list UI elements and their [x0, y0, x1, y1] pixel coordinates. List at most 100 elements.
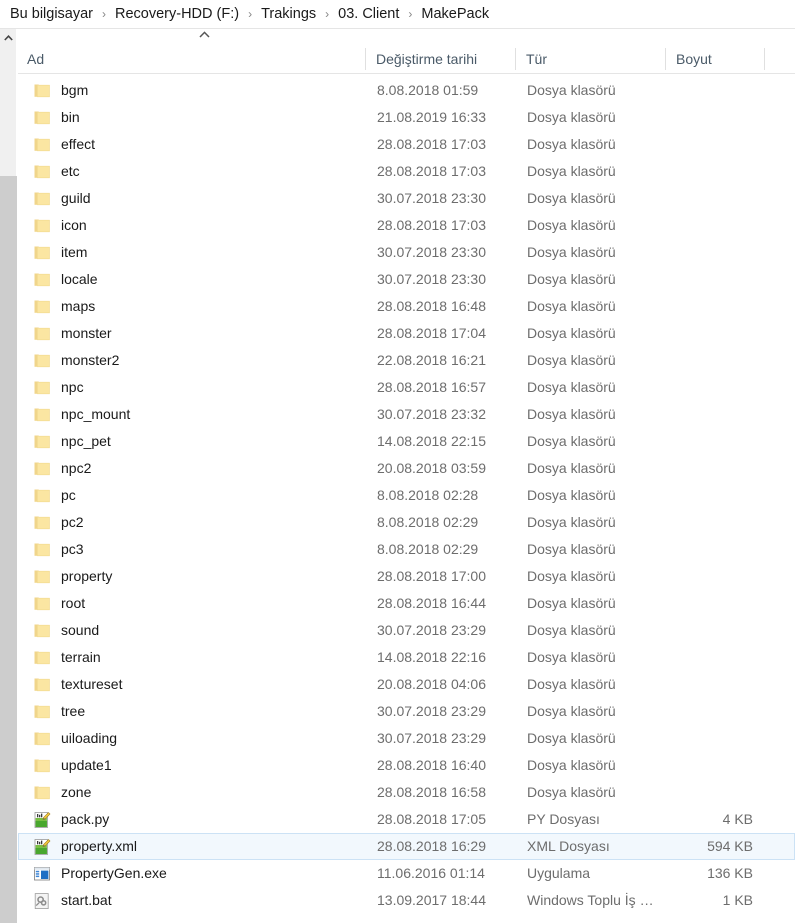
- folder-icon: [34, 759, 50, 772]
- file-name-cell[interactable]: uiloading: [19, 726, 364, 751]
- file-row[interactable]: item 30.07.2018 23:30 Dosya klasörü: [18, 239, 795, 266]
- file-name-cell[interactable]: textureset: [19, 672, 364, 697]
- file-name-cell[interactable]: npc2: [19, 456, 364, 481]
- file-name-cell[interactable]: locale: [19, 267, 364, 292]
- breadcrumb-item-recovery-hdd[interactable]: Recovery-HDD (F:): [113, 5, 241, 23]
- file-row[interactable]: zone 28.08.2018 16:58 Dosya klasörü: [18, 779, 795, 806]
- breadcrumb-item-03-client[interactable]: 03. Client: [336, 5, 401, 23]
- file-row[interactable]: npc2 20.08.2018 03:59 Dosya klasörü: [18, 455, 795, 482]
- file-name-cell[interactable]: property: [19, 564, 364, 589]
- file-row[interactable]: icon 28.08.2018 17:03 Dosya klasörü: [18, 212, 795, 239]
- column-divider[interactable]: [515, 48, 516, 70]
- file-name-cell[interactable]: zone: [19, 780, 364, 805]
- file-name-cell[interactable]: update1: [19, 753, 364, 778]
- column-header-size[interactable]: Boyut: [667, 45, 764, 73]
- column-divider[interactable]: [365, 48, 366, 70]
- file-row[interactable]: terrain 14.08.2018 22:16 Dosya klasörü: [18, 644, 795, 671]
- file-name-cell[interactable]: monster: [19, 321, 364, 346]
- file-row[interactable]: pack.py 28.08.2018 17:05 PY Dosyası 4 KB: [18, 806, 795, 833]
- file-row[interactable]: monster2 22.08.2018 16:21 Dosya klasörü: [18, 347, 795, 374]
- file-row[interactable]: uiloading 30.07.2018 23:29 Dosya klasörü: [18, 725, 795, 752]
- file-name-cell[interactable]: terrain: [19, 645, 364, 670]
- file-name-cell[interactable]: etc: [19, 159, 364, 184]
- file-row[interactable]: update1 28.08.2018 16:40 Dosya klasörü: [18, 752, 795, 779]
- file-name-cell[interactable]: PropertyGen.exe: [19, 861, 364, 886]
- file-name-cell[interactable]: pc3: [19, 537, 364, 562]
- file-name-label: root: [61, 595, 86, 611]
- breadcrumb-separator-icon[interactable]: ›: [401, 7, 419, 21]
- file-row[interactable]: npc 28.08.2018 16:57 Dosya klasörü: [18, 374, 795, 401]
- file-type-cell: Dosya klasörü: [527, 136, 616, 152]
- file-list-area: Ad Değiştirme tarihi Tür Boyut bgm 8.08.2…: [0, 29, 795, 923]
- file-row[interactable]: sound 30.07.2018 23:29 Dosya klasörü: [18, 617, 795, 644]
- column-divider[interactable]: [764, 48, 765, 70]
- file-name-cell[interactable]: pc2: [19, 510, 364, 535]
- file-name-label: guild: [61, 190, 91, 206]
- date-modified-cell: 30.07.2018 23:29: [377, 730, 486, 746]
- file-row[interactable]: PropertyGen.exe 11.06.2016 01:14 Uygulama 1…: [18, 860, 795, 887]
- breadcrumb-separator-icon[interactable]: ›: [241, 7, 259, 21]
- file-name-cell[interactable]: npc: [19, 375, 364, 400]
- vertical-scrollbar[interactable]: [0, 29, 17, 923]
- file-name-cell[interactable]: npc_pet: [19, 429, 364, 454]
- file-name-label: npc: [61, 379, 84, 395]
- breadcrumb-item-bu-bilgisayar[interactable]: Bu bilgisayar: [8, 5, 95, 23]
- date-modified-cell: 30.07.2018 23:30: [377, 271, 486, 287]
- file-type-cell: Dosya klasörü: [527, 352, 616, 368]
- column-header-date-modified[interactable]: Değiştirme tarihi: [367, 45, 517, 73]
- file-name-cell[interactable]: tree: [19, 699, 364, 724]
- file-row[interactable]: property.xml 28.08.2018 16:29 XML Dosyası 5…: [18, 833, 795, 860]
- column-header-name[interactable]: Ad: [18, 45, 367, 73]
- breadcrumb-separator-icon[interactable]: ›: [318, 7, 336, 21]
- file-name-cell[interactable]: guild: [19, 186, 364, 211]
- column-divider[interactable]: [665, 48, 666, 70]
- file-row[interactable]: pc2 8.08.2018 02:29 Dosya klasörü: [18, 509, 795, 536]
- file-row[interactable]: monster 28.08.2018 17:04 Dosya klasörü: [18, 320, 795, 347]
- breadcrumb-item-trakings[interactable]: Trakings: [259, 5, 318, 23]
- file-name-cell[interactable]: icon: [19, 213, 364, 238]
- file-name-cell[interactable]: maps: [19, 294, 364, 319]
- file-name-cell[interactable]: monster2: [19, 348, 364, 373]
- file-row[interactable]: start.bat 13.09.2017 18:44 Windows Toplu İ…: [18, 887, 795, 914]
- file-name-cell[interactable]: pc: [19, 483, 364, 508]
- file-size-cell: [668, 537, 765, 562]
- file-row[interactable]: bgm 8.08.2018 01:59 Dosya klasörü: [18, 77, 795, 104]
- file-row[interactable]: tree 30.07.2018 23:29 Dosya klasörü: [18, 698, 795, 725]
- file-row[interactable]: root 28.08.2018 16:44 Dosya klasörü: [18, 590, 795, 617]
- file-name-cell[interactable]: start.bat: [19, 888, 364, 913]
- column-header-row[interactable]: Ad Değiştirme tarihi Tür Boyut: [18, 45, 795, 74]
- file-name-cell[interactable]: bgm: [19, 78, 364, 103]
- breadcrumb-separator-icon[interactable]: ›: [95, 7, 113, 21]
- file-row[interactable]: bin 21.08.2019 16:33 Dosya klasörü: [18, 104, 795, 131]
- file-name-cell[interactable]: root: [19, 591, 364, 616]
- file-name-cell[interactable]: pack.py: [19, 807, 364, 832]
- file-name-cell[interactable]: sound: [19, 618, 364, 643]
- file-size-cell: [668, 78, 765, 103]
- file-name-cell[interactable]: item: [19, 240, 364, 265]
- file-row[interactable]: maps 28.08.2018 16:48 Dosya klasörü: [18, 293, 795, 320]
- date-modified-cell: 28.08.2018 16:40: [377, 757, 486, 773]
- scrollbar-up-button[interactable]: [0, 29, 17, 46]
- address-bar[interactable]: Bu bilgisayar › Recovery-HDD (F:) › Trak…: [0, 0, 795, 29]
- file-row[interactable]: textureset 20.08.2018 04:06 Dosya klasörü: [18, 671, 795, 698]
- file-type-cell: Dosya klasörü: [527, 379, 616, 395]
- file-name-cell[interactable]: effect: [19, 132, 364, 157]
- file-row[interactable]: pc 8.08.2018 02:28 Dosya klasörü: [18, 482, 795, 509]
- file-row[interactable]: npc_pet 14.08.2018 22:15 Dosya klasörü: [18, 428, 795, 455]
- file-row[interactable]: property 28.08.2018 17:00 Dosya klasörü: [18, 563, 795, 590]
- file-name-cell[interactable]: property.xml: [19, 834, 364, 859]
- file-row[interactable]: etc 28.08.2018 17:03 Dosya klasörü: [18, 158, 795, 185]
- file-row[interactable]: effect 28.08.2018 17:03 Dosya klasörü: [18, 131, 795, 158]
- file-size-cell: [668, 429, 765, 454]
- file-name-label: pc3: [61, 541, 84, 557]
- breadcrumb-item-makepack[interactable]: MakePack: [419, 5, 491, 23]
- file-name-cell[interactable]: npc_mount: [19, 402, 364, 427]
- file-row[interactable]: locale 30.07.2018 23:30 Dosya klasörü: [18, 266, 795, 293]
- file-row[interactable]: guild 30.07.2018 23:30 Dosya klasörü: [18, 185, 795, 212]
- folder-icon: [34, 273, 50, 286]
- column-header-type[interactable]: Tür: [517, 45, 667, 73]
- file-row[interactable]: npc_mount 30.07.2018 23:32 Dosya klasörü: [18, 401, 795, 428]
- scrollbar-thumb[interactable]: [0, 176, 17, 923]
- file-row[interactable]: pc3 8.08.2018 02:29 Dosya klasörü: [18, 536, 795, 563]
- file-name-cell[interactable]: bin: [19, 105, 364, 130]
